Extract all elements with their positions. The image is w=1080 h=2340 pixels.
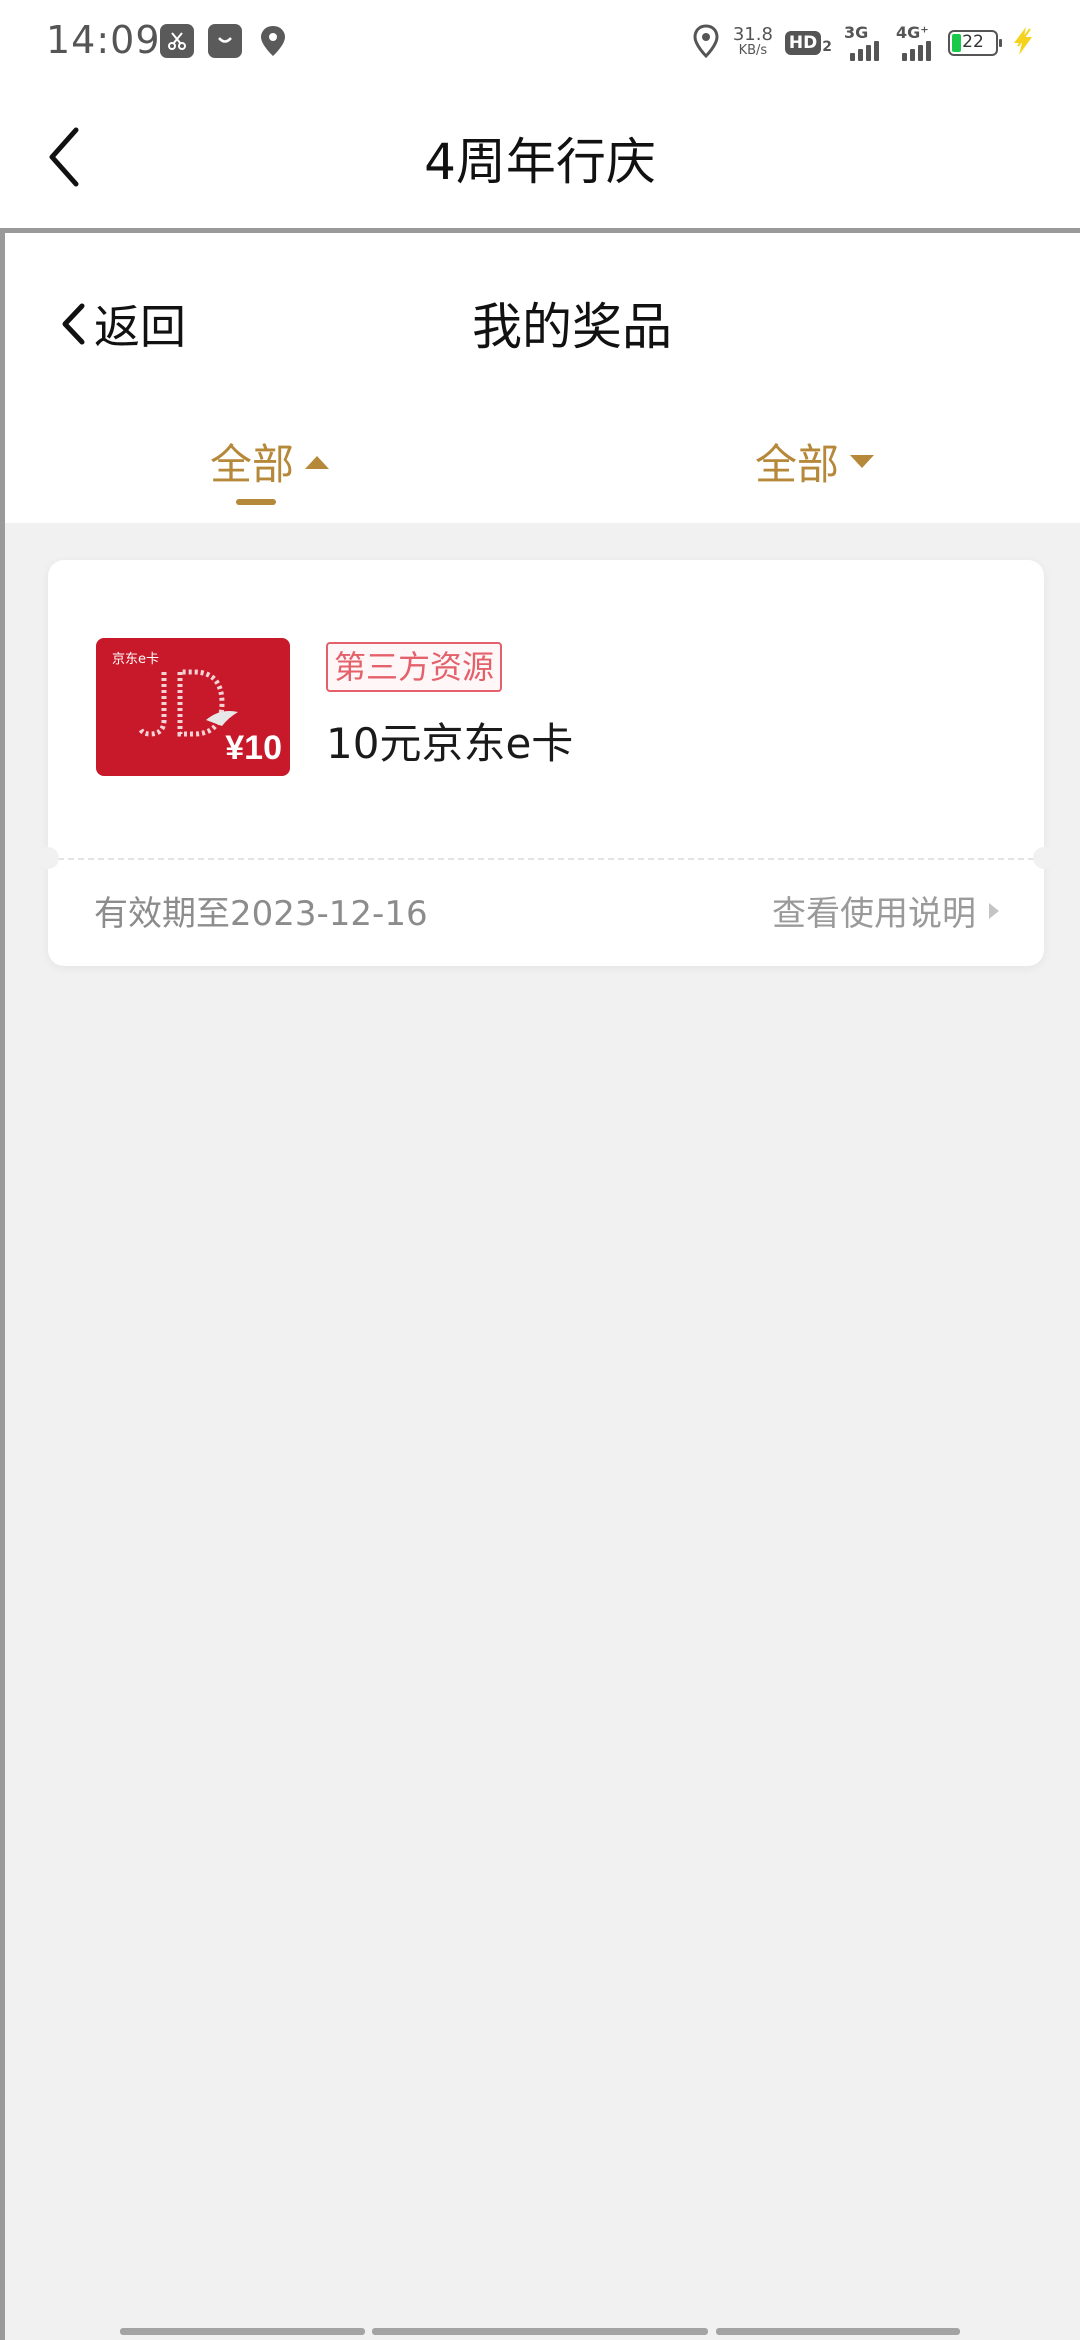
jd-ecard-image: 京东e卡 ¥10 <box>96 638 290 776</box>
caret-up-icon <box>305 455 330 469</box>
page-back-label: 返回 <box>94 300 186 354</box>
app-header: 4周年行庆 <box>0 86 1080 228</box>
app-title: 4周年行庆 <box>424 133 656 191</box>
filter-tab-left-label: 全部 <box>210 440 295 489</box>
battery-icon: 22 <box>948 30 1002 56</box>
battery-level: 22 <box>962 32 984 52</box>
scissors-app-icon <box>160 24 194 58</box>
charging-icon <box>1010 26 1036 60</box>
card-notch-left <box>37 847 59 869</box>
nav-indicator-left <box>120 2328 365 2335</box>
signal-3g-label: 3G <box>844 23 869 42</box>
filter-tab-right[interactable]: 全部 <box>755 431 875 492</box>
card-brand-text: 京东e卡 <box>112 652 159 667</box>
hd-sub: 2 <box>822 39 832 55</box>
status-time: 14:09 <box>46 18 161 62</box>
filter-tab-left[interactable]: 全部 <box>210 431 330 492</box>
signal-4g-icon: 4G⁺ <box>896 23 936 63</box>
prize-name: 10元京东e卡 <box>326 719 574 768</box>
map-pin-app-icon <box>256 24 290 58</box>
notification-icons <box>160 24 290 58</box>
hd-label: HD <box>784 31 822 55</box>
page-header: 返回 我的奖品 全部 全部 <box>5 233 1080 523</box>
signal-4g-label: 4G⁺ <box>896 23 929 42</box>
prize-card[interactable]: 京东e卡 ¥10 第三方资源 10元京东e卡 有效期至2023-12-16 查看… <box>37 560 1055 966</box>
status-indicators: 31.8 KB/s HD 2 3G 4G⁺ 22 <box>691 20 1036 66</box>
caret-down-icon <box>850 454 875 468</box>
shopping-bag-icon <box>208 24 242 58</box>
filter-tab-right-label: 全部 <box>755 440 840 489</box>
network-speed-unit: KB/s <box>738 43 768 58</box>
nav-indicator-middle <box>372 2328 708 2335</box>
caret-right-icon <box>989 902 999 919</box>
expiry-date: 有效期至2023-12-16 <box>94 894 428 934</box>
chevron-left-icon <box>62 303 85 345</box>
nav-indicator-right <box>716 2328 960 2335</box>
page-title: 我的奖品 <box>472 298 672 356</box>
app-back-button[interactable] <box>36 122 92 192</box>
chevron-left-icon <box>49 127 79 187</box>
network-speed: 31.8 KB/s <box>732 24 773 59</box>
third-party-badge: 第三方资源 <box>326 642 503 692</box>
view-instructions-link[interactable]: 查看使用说明 <box>772 886 1000 935</box>
card-divider <box>48 858 1044 860</box>
view-instructions-label: 查看使用说明 <box>772 894 976 934</box>
card-price-text: ¥10 <box>225 729 282 767</box>
network-speed-value: 31.8 <box>732 24 773 45</box>
page-back-button[interactable]: 返回 <box>60 291 186 357</box>
active-tab-indicator <box>236 499 276 505</box>
webview-left-border <box>0 228 5 2340</box>
card-notch-right <box>1033 847 1055 869</box>
hd-voice-icon: HD 2 <box>784 31 832 55</box>
status-bar: 14:09 31.8 KB/s HD 2 3G 4G⁺ 22 <box>0 0 1080 86</box>
location-icon <box>691 23 721 63</box>
signal-3g-icon: 3G <box>844 23 884 63</box>
